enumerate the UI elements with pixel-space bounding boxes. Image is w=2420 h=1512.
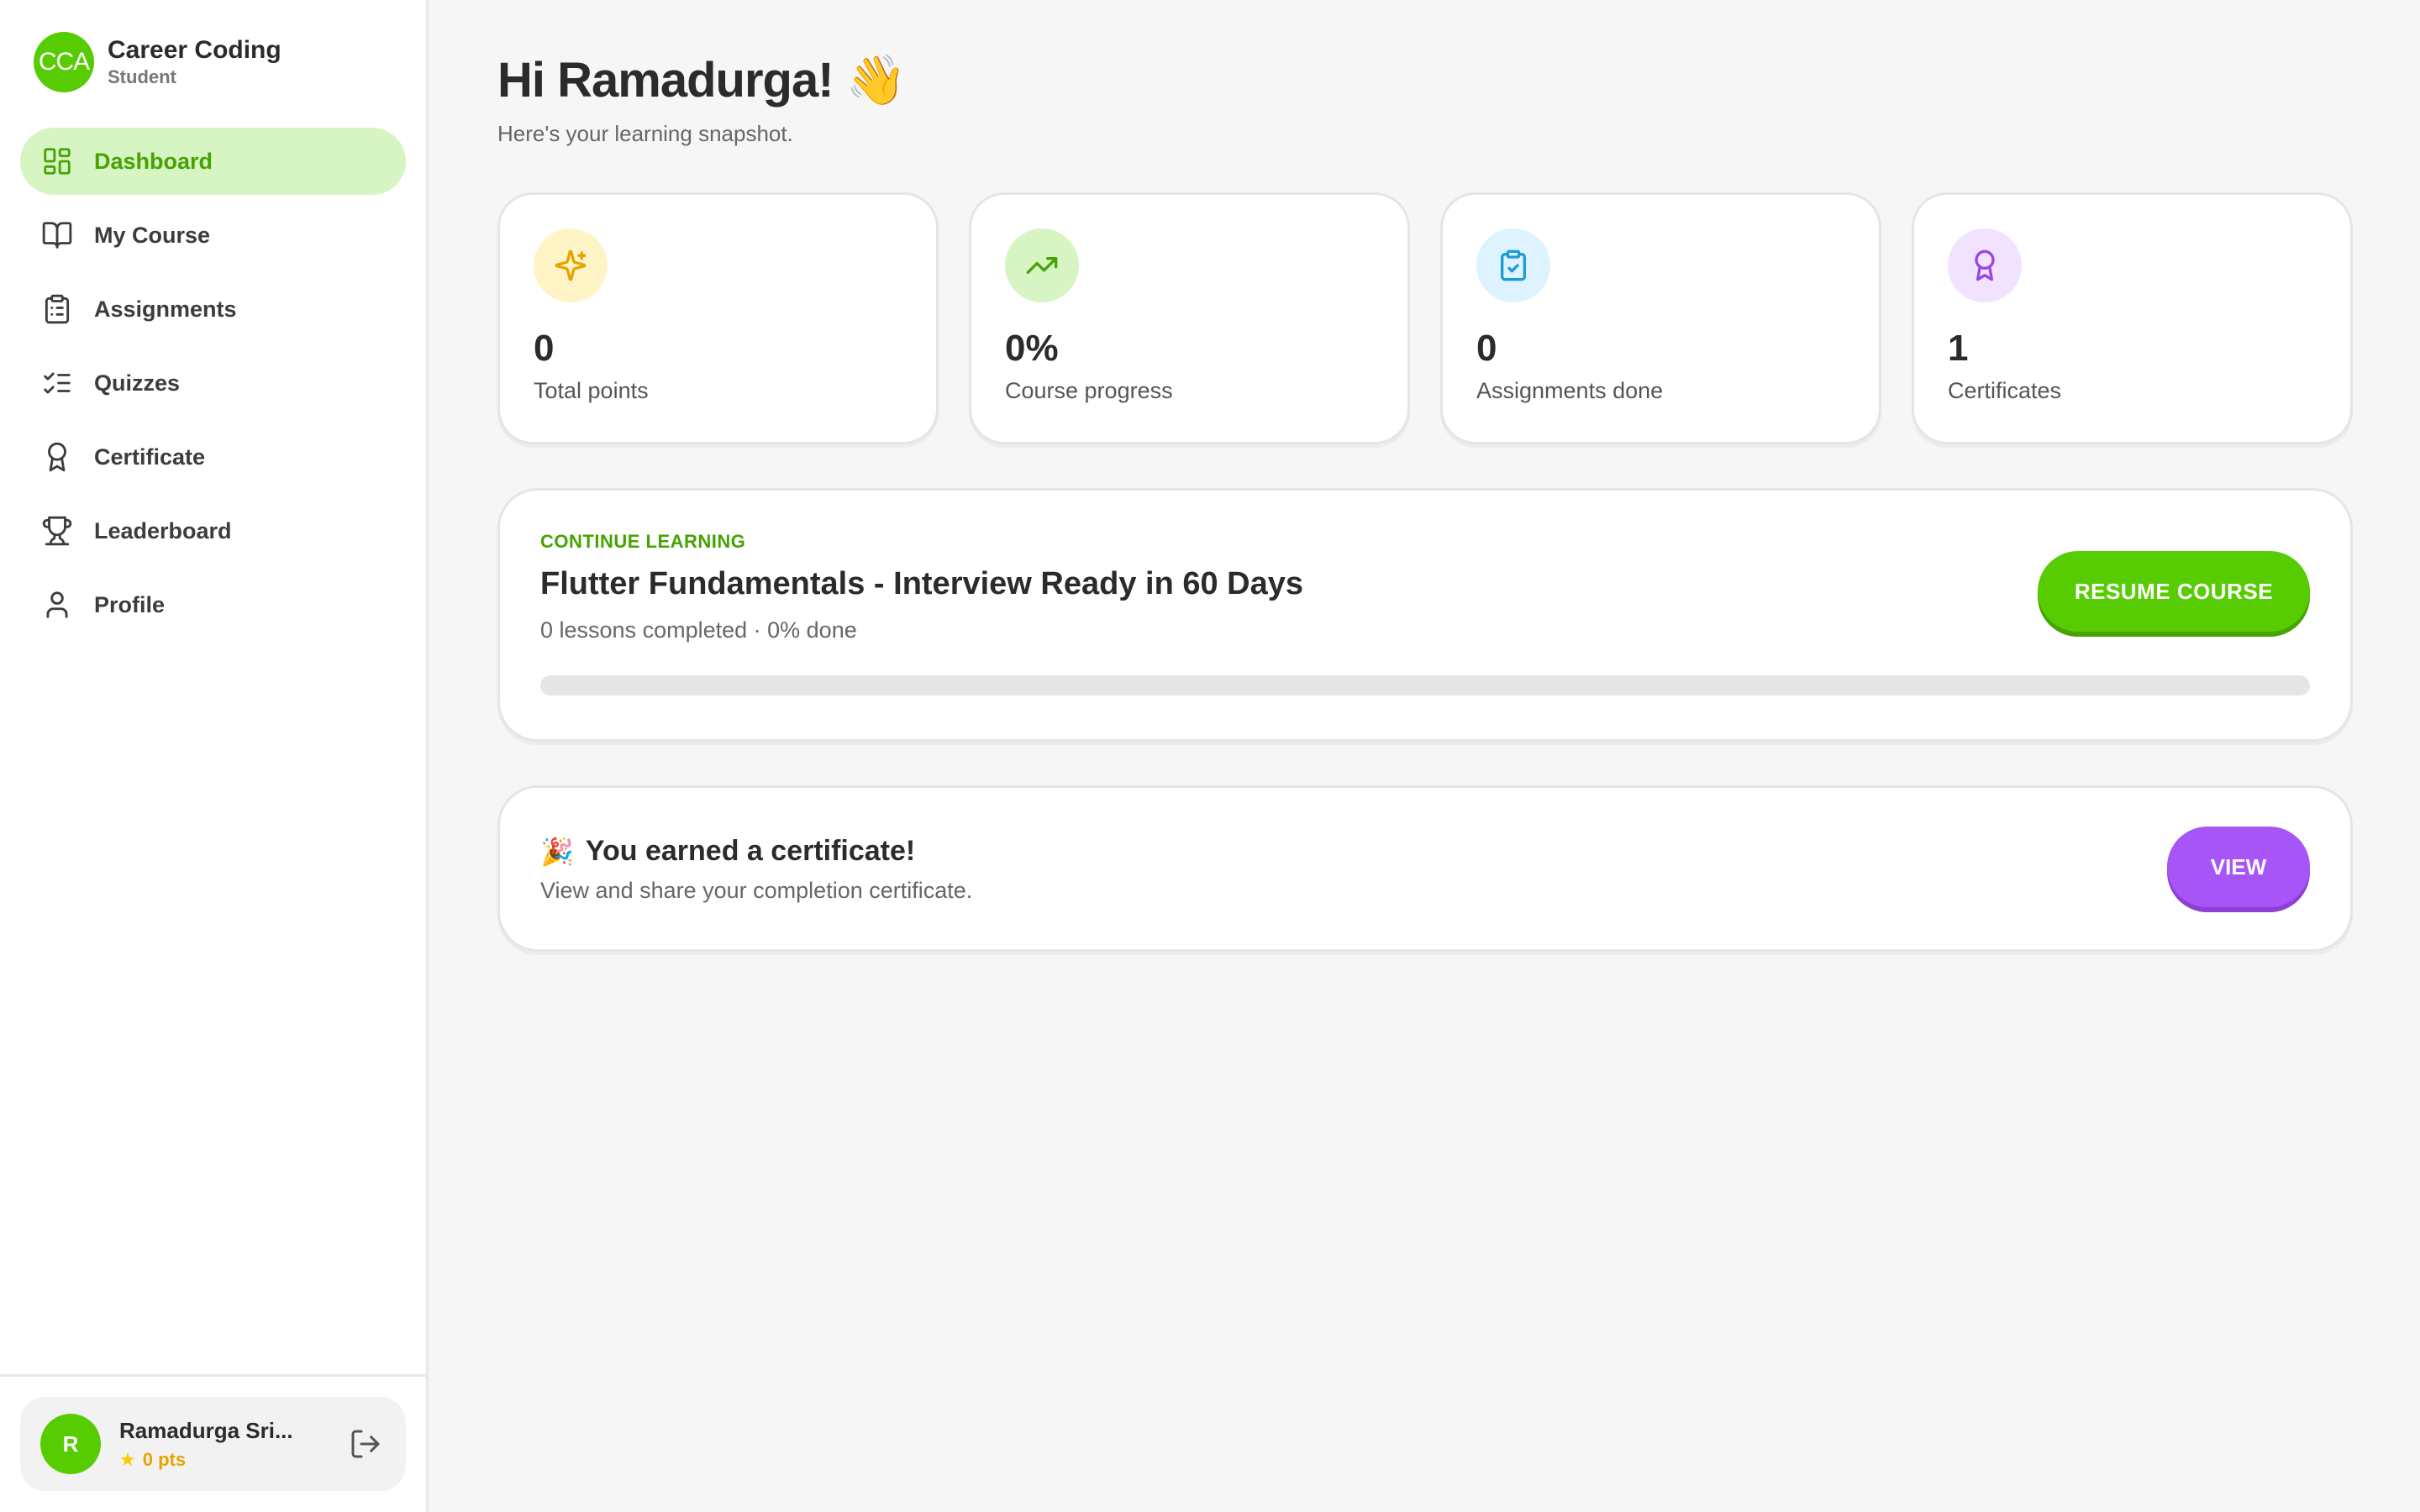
sidebar-item-label: Profile bbox=[94, 591, 166, 617]
page-subtitle: Here's your learning snapshot. bbox=[497, 121, 793, 146]
user-points: ★ 0 pts bbox=[119, 1449, 345, 1471]
page-title: Hi Ramadurga! 👋 bbox=[497, 53, 907, 108]
book-icon bbox=[40, 218, 74, 252]
stat-label: Assignments done bbox=[1476, 378, 1664, 403]
sidebar-item-label: Dashboard bbox=[94, 148, 213, 174]
course-progress-bar bbox=[540, 675, 2310, 696]
stat-value: 0% bbox=[1005, 328, 1059, 369]
trending-up-icon bbox=[1005, 228, 1079, 302]
stat-label: Total points bbox=[534, 378, 649, 403]
star-icon: ★ bbox=[119, 1448, 136, 1470]
party-popper-icon: 🎉 bbox=[540, 836, 574, 867]
sidebar-item-label: Assignments bbox=[94, 296, 237, 322]
checklist-icon bbox=[40, 366, 74, 400]
award-icon bbox=[40, 440, 74, 474]
brand: CCA Career Coding Student bbox=[0, 0, 426, 92]
stat-card-certificates: 1 Certificates bbox=[1912, 192, 2353, 444]
sparkles-icon bbox=[534, 228, 608, 302]
continue-learning-card: CONTINUE LEARNING Flutter Fundamentals -… bbox=[497, 488, 2353, 742]
sidebar-item-label: My Course bbox=[94, 222, 211, 248]
certificate-subtitle: View and share your completion certifica… bbox=[540, 878, 973, 903]
sidebar: CCA Career Coding Student Dashboard My C… bbox=[0, 0, 429, 1512]
brand-name: Career Coding bbox=[108, 36, 281, 64]
sidebar-item-profile[interactable]: Profile bbox=[20, 571, 406, 638]
sidebar-item-quizzes[interactable]: Quizzes bbox=[20, 349, 406, 417]
clipboard-list-icon bbox=[40, 292, 74, 326]
stat-card-course-progress: 0% Course progress bbox=[969, 192, 1410, 444]
sidebar-item-leaderboard[interactable]: Leaderboard bbox=[20, 497, 406, 564]
sidebar-nav: Dashboard My Course Assignments Quizzes bbox=[0, 128, 426, 638]
avatar[interactable]: R bbox=[40, 1414, 101, 1474]
sidebar-item-label: Quizzes bbox=[94, 370, 181, 396]
stat-label: Course progress bbox=[1005, 378, 1173, 403]
stat-value: 0 bbox=[534, 328, 555, 369]
stat-value: 0 bbox=[1476, 328, 1497, 369]
resume-course-button[interactable]: RESUME COURSE bbox=[2038, 551, 2310, 632]
clipboard-check-icon bbox=[1476, 228, 1550, 302]
certificate-title-text: You earned a certificate! bbox=[585, 835, 916, 867]
user-name: Ramadurga Sri... bbox=[119, 1417, 293, 1443]
logout-button[interactable] bbox=[345, 1424, 386, 1464]
brand-role: Student bbox=[108, 66, 176, 87]
user-card: R Ramadurga Sri... ★ 0 pts bbox=[20, 1397, 406, 1491]
main-content: Hi Ramadurga! 👋 Here's your learning sna… bbox=[429, 0, 2420, 1512]
award-icon bbox=[1948, 228, 2022, 302]
stats-row: 0 Total points 0% Course progress 0 Assi… bbox=[497, 192, 2353, 444]
stat-card-assignments-done: 0 Assignments done bbox=[1440, 192, 1881, 444]
grid-icon bbox=[40, 144, 74, 178]
certificate-card: 🎉 You earned a certificate! View and sha… bbox=[497, 785, 2353, 952]
stat-label: Certificates bbox=[1948, 378, 2062, 403]
sidebar-item-certificate[interactable]: Certificate bbox=[20, 423, 406, 491]
view-certificate-button[interactable]: VIEW bbox=[2167, 827, 2310, 907]
course-meta: 0 lessons completed · 0% done bbox=[540, 617, 857, 643]
section-eyebrow: CONTINUE LEARNING bbox=[540, 531, 746, 552]
stat-card-total-points: 0 Total points bbox=[497, 192, 939, 444]
trophy-icon bbox=[40, 514, 74, 548]
sidebar-item-my-course[interactable]: My Course bbox=[20, 202, 406, 269]
stat-value: 1 bbox=[1948, 328, 1969, 369]
certificate-title: 🎉 You earned a certificate! bbox=[540, 835, 2310, 868]
sidebar-footer: R Ramadurga Sri... ★ 0 pts bbox=[0, 1374, 426, 1512]
user-points-value: 0 pts bbox=[142, 1448, 187, 1470]
sidebar-item-label: Leaderboard bbox=[94, 517, 232, 543]
sidebar-item-dashboard[interactable]: Dashboard bbox=[20, 128, 406, 195]
sidebar-item-label: Certificate bbox=[94, 444, 206, 470]
sidebar-item-assignments[interactable]: Assignments bbox=[20, 276, 406, 343]
logout-icon bbox=[351, 1430, 380, 1458]
user-icon bbox=[40, 588, 74, 622]
brand-logo[interactable]: CCA bbox=[34, 32, 94, 92]
